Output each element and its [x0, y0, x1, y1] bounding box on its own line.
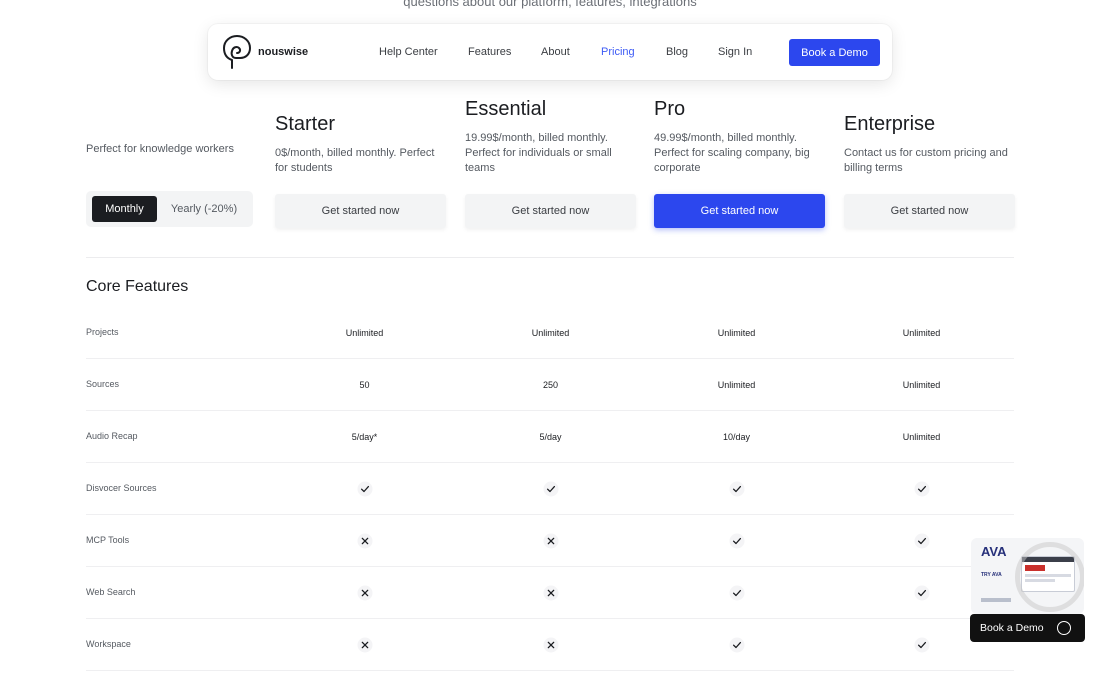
- cross-icon: [279, 567, 450, 618]
- feature-row: Disvocer Sources: [86, 463, 1014, 515]
- billing-option-yearly[interactable]: Yearly (-20%): [164, 196, 244, 222]
- plan-essential: Essential 19.99$/month, billed monthly. …: [465, 98, 636, 176]
- plan-enterprise: Enterprise Contact us for custom pricing…: [844, 113, 1015, 191]
- check-icon: [651, 515, 822, 566]
- promo-tagline: TRY AVA: [981, 572, 1002, 578]
- feature-row: Workspace: [86, 619, 1014, 671]
- feature-row: Sources 50 250 Unlimited Unlimited: [86, 359, 1014, 411]
- feature-label: Web Search: [86, 587, 136, 597]
- feature-label: Sources: [86, 379, 120, 389]
- enterprise-get-started-button[interactable]: Get started now: [844, 194, 1015, 228]
- feature-row: Audio Recap 5/day* 5/day 10/day Unlimited: [86, 411, 1014, 463]
- core-features-title: Core Features: [86, 278, 189, 295]
- pro-get-started-button[interactable]: Get started now: [654, 194, 825, 228]
- check-icon: [465, 463, 636, 514]
- logo[interactable]: nouswise: [222, 34, 308, 70]
- cross-icon: [279, 619, 450, 670]
- nav-link-pricing[interactable]: Pricing: [601, 46, 635, 58]
- feature-value: 50: [359, 379, 370, 390]
- billing-option-monthly[interactable]: Monthly: [92, 196, 157, 222]
- promo-footer-bar: [981, 598, 1011, 602]
- feature-value: 5/day: [539, 431, 562, 442]
- feature-label: Workspace: [86, 639, 131, 649]
- billing-toggle: Monthly Yearly (-20%): [86, 191, 253, 227]
- promo-widget[interactable]: AVA TRY AVA Book a Demo: [970, 538, 1085, 642]
- cross-icon: [465, 567, 636, 618]
- promo-cta-label: Book a Demo: [980, 622, 1044, 634]
- plan-description: 49.99$/month, billed monthly. Perfect fo…: [654, 132, 810, 174]
- feature-row: MCP Tools: [86, 515, 1014, 567]
- feature-value: Unlimited: [902, 327, 941, 338]
- check-icon: [836, 463, 1007, 514]
- feature-value: Unlimited: [531, 327, 570, 338]
- nav-link-blog[interactable]: Blog: [666, 46, 688, 58]
- plan-starter: Starter 0$/month, billed monthly. Perfec…: [275, 113, 446, 191]
- plan-description: Contact us for custom pricing and billin…: [844, 147, 1008, 174]
- promo-ring: [1015, 542, 1084, 612]
- intro-text: Perfect for knowledge workers: [86, 143, 234, 155]
- plan-pro: Pro 49.99$/month, billed monthly. Perfec…: [654, 98, 825, 176]
- section-divider: [86, 257, 1014, 258]
- feature-value: 10/day: [722, 431, 751, 442]
- check-icon: [651, 463, 822, 514]
- promo-thumbnail[interactable]: AVA TRY AVA: [971, 538, 1084, 614]
- plan-description: 0$/month, billed monthly. Perfect for st…: [275, 147, 435, 174]
- promo-book-demo-button[interactable]: Book a Demo: [970, 614, 1085, 642]
- feature-value: Unlimited: [717, 379, 756, 390]
- feature-value: 250: [542, 379, 559, 390]
- feature-value: Unlimited: [902, 379, 941, 390]
- feature-label: Disvocer Sources: [86, 483, 157, 493]
- cross-icon: [465, 619, 636, 670]
- cross-icon: [465, 515, 636, 566]
- cross-icon: [279, 515, 450, 566]
- check-icon: [651, 619, 822, 670]
- feature-row: Projects Unlimited Unlimited Unlimited Unlim…: [86, 307, 1014, 359]
- check-icon: [279, 463, 450, 514]
- promo-logo: AVA: [981, 544, 1007, 559]
- feature-label: Audio Recap: [86, 431, 138, 441]
- check-icon: [651, 567, 822, 618]
- nav-link-help-center[interactable]: Help Center: [379, 46, 438, 58]
- navbar: nouswise Help Center Features About Pric…: [208, 24, 892, 80]
- nav-link-sign-in[interactable]: Sign In: [718, 46, 752, 58]
- plan-name: Essential: [465, 98, 547, 120]
- book-demo-button[interactable]: Book a Demo: [789, 39, 880, 66]
- top-caption: questions about our platform, features, …: [403, 0, 697, 9]
- feature-value: Unlimited: [345, 327, 384, 338]
- feature-label: MCP Tools: [86, 535, 130, 545]
- feature-row: Web Search: [86, 567, 1014, 619]
- logo-text: nouswise: [258, 46, 309, 58]
- calendar-icon: [1057, 621, 1071, 635]
- plan-name: Starter: [275, 113, 336, 135]
- nav-link-about[interactable]: About: [541, 46, 570, 58]
- starter-get-started-button[interactable]: Get started now: [275, 194, 446, 228]
- plan-name: Pro: [654, 98, 686, 120]
- plan-name: Enterprise: [844, 113, 936, 135]
- nouswise-logo-icon: [223, 35, 251, 69]
- feature-value: Unlimited: [717, 327, 756, 338]
- essential-get-started-button[interactable]: Get started now: [465, 194, 636, 228]
- feature-value: Unlimited: [902, 431, 941, 442]
- plan-description: 19.99$/month, billed monthly. Perfect fo…: [465, 132, 612, 174]
- feature-value: 5/day*: [351, 431, 378, 442]
- feature-label: Projects: [86, 327, 119, 337]
- nav-link-features[interactable]: Features: [468, 46, 511, 58]
